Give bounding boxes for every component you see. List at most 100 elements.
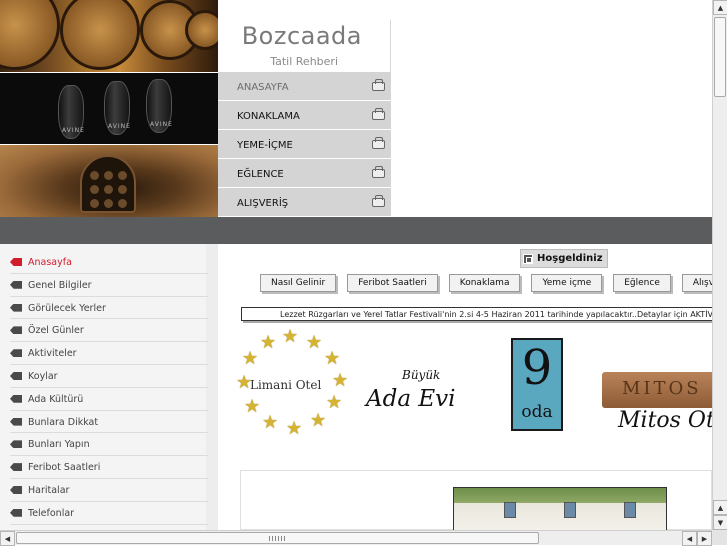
news-ticker[interactable]: Lezzet Rüzgarları ve Yerel Tatlar Festiv… [241,307,712,321]
browser-viewport: AVINE AVINE AVINE Bozcaada Tatil Rehberi… [0,0,712,530]
limani-otel-logo[interactable]: ★ ★ ★ ★ ★ ★ ★ ★ ★ ★ ★ ★ Limani Otel [232,328,352,443]
horizontal-scrollbar[interactable]: ◀ ◀ ▶ [0,530,712,546]
star-icon: ★ [260,332,277,353]
sidebar-item-label: Koylar [28,370,58,382]
sidebar-item-label: Bunlara Dikkat [28,416,99,428]
scroll-down-button[interactable]: ▲ [713,500,727,515]
oda-number: 9 [521,340,553,396]
star-icon: ★ [286,418,303,439]
adaevi-main-text: Ada Evi [366,386,456,412]
scroll-right-button[interactable]: ▶ [697,531,712,546]
menu-box-icon [372,137,385,149]
vertical-scroll-thumb[interactable] [714,17,726,97]
sidebar-item-feribot-saatleri[interactable]: Feribot Saatleri [10,456,208,479]
menu-box-icon [372,79,385,91]
sidebar-item-label: Haritalar [28,484,70,496]
top-menu: ANASAYFA KONAKLAMA YEME-İÇME EĞLENCE ALI… [218,72,391,217]
tag-icon [10,463,22,472]
sidebar-item-bunlari-yapin[interactable]: Bunları Yapın [10,433,208,457]
link-feribot-saatleri[interactable]: Feribot Saatleri [347,274,438,292]
header-photo-barrels [0,0,218,72]
featured-photo[interactable] [453,487,667,530]
menu-box-icon [372,166,385,178]
top-menu-label: YEME-İÇME [237,140,293,151]
vertical-scrollbar[interactable]: ▲ ▲ ▼ [712,0,727,530]
oda-word: oda [521,402,553,422]
main-content: Hoşgeldiniz Nasıl Gelinir Feribot Saatle… [218,244,712,530]
star-icon: ★ [306,332,323,353]
mitos-otel-text: Mitos Otel [618,408,712,433]
sidebar-item-label: Özel Günler [28,325,84,337]
sidebar-item-genel-bilgiler[interactable]: Genel Bilgiler [10,274,208,297]
top-menu-anasayfa[interactable]: ANASAYFA [218,72,391,101]
scrollbar-corner [712,530,727,545]
scroll-down-button[interactable]: ▼ [713,515,727,530]
scroll-up-button[interactable]: ▲ [713,0,727,15]
site-title-block: Bozcaada Tatil Rehberi [218,20,391,72]
sidebar-item-telefonlar[interactable]: Telefonlar [10,502,208,525]
link-nasil-gelinir[interactable]: Nasıl Gelinir [260,274,337,292]
scroll-left-button[interactable]: ◀ [0,531,15,546]
menu-box-icon [372,195,385,207]
horizontal-scroll-thumb[interactable] [16,532,539,544]
tag-icon [10,280,22,289]
link-eglence[interactable]: Eğlence [613,274,671,292]
mitos-otel-logo[interactable]: MITOS Mitos Otel [602,372,712,442]
tag-icon [10,485,22,494]
glass-label: AVINE [108,123,131,130]
star-icon: ★ [332,370,349,391]
tag-icon [10,394,22,403]
top-menu-label: KONAKLAMA [237,111,300,122]
link-alisveris[interactable]: Alışv [681,274,712,292]
site-title: Bozcaada [241,22,362,50]
top-menu-alisveris[interactable]: ALIŞVERİŞ [218,188,391,217]
welcome-text: Hoşgeldiniz [537,253,603,264]
glass-label: AVINE [150,121,173,128]
mitos-band-text: MITOS [622,378,702,399]
tag-icon [10,303,22,312]
adaevi-top-text: Büyük [402,368,441,382]
header-divider-band [0,217,712,244]
buyuk-ada-evi-logo[interactable]: Büyük Ada Evi [366,368,486,428]
header-photo-cellar [0,145,218,217]
sidebar-item-koylar[interactable]: Koylar [10,365,208,388]
sidebar-item-label: Ada Kültürü [28,393,84,405]
sidebar-item-label: Telefonlar [28,507,75,519]
link-yeme-icme[interactable]: Yeme içme [531,274,603,292]
tag-icon [10,258,22,266]
dokuz-oda-logo[interactable]: 9 oda [511,338,563,431]
welcome-heading: Hoşgeldiniz [520,249,608,268]
sidebar-item-label: Görülecek Yerler [28,302,106,314]
top-menu-konaklama[interactable]: KONAKLAMA [218,101,391,130]
top-menu-label: EĞLENCE [237,169,284,180]
limani-otel-text: Limani Otel [250,378,322,392]
top-menu-yeme-icme[interactable]: YEME-İÇME [218,130,391,159]
scroll-left-button[interactable]: ◀ [682,531,697,546]
tag-icon [10,417,22,426]
star-icon: ★ [310,410,327,431]
header-photo-wine-glasses: AVINE AVINE AVINE [0,72,218,145]
top-menu-label: ALIŞVERİŞ [237,198,289,209]
link-konaklama[interactable]: Konaklama [448,274,521,292]
top-menu-eglence[interactable]: EĞLENCE [218,159,391,188]
grip-icon [269,536,287,541]
sponsor-logo-strip: ★ ★ ★ ★ ★ ★ ★ ★ ★ ★ ★ ★ Limani Otel Büyü… [218,328,712,443]
sidebar-item-ada-kulturu[interactable]: Ada Kültürü [10,388,208,411]
quick-links-row: Nasıl Gelinir Feribot Saatleri Konaklama… [260,274,712,292]
featured-content-card [240,470,712,530]
sidebar-item-gorulecek-yerler[interactable]: Görülecek Yerler [10,297,208,320]
sidebar-item-bunlara-dikkat[interactable]: Bunlara Dikkat [10,411,208,434]
sidebar-item-aktiviteler[interactable]: Aktiviteler [10,342,208,365]
star-icon: ★ [282,326,299,347]
star-icon: ★ [242,348,259,369]
tag-icon [10,508,22,517]
sidebar-item-haritalar[interactable]: Haritalar [10,479,208,502]
tag-icon [10,440,22,449]
top-menu-label: ANASAYFA [237,82,289,93]
glass-label: AVINE [62,127,85,134]
sidebar-item-anasayfa[interactable]: Anasayfa [10,251,208,274]
sidebar-item-ozel-gunler[interactable]: Özel Günler [10,319,208,343]
sidebar-item-label: Aktiviteler [28,348,77,360]
sidebar-item-label: Genel Bilgiler [28,279,92,291]
sidebar-item-label: Feribot Saatleri [28,462,101,474]
